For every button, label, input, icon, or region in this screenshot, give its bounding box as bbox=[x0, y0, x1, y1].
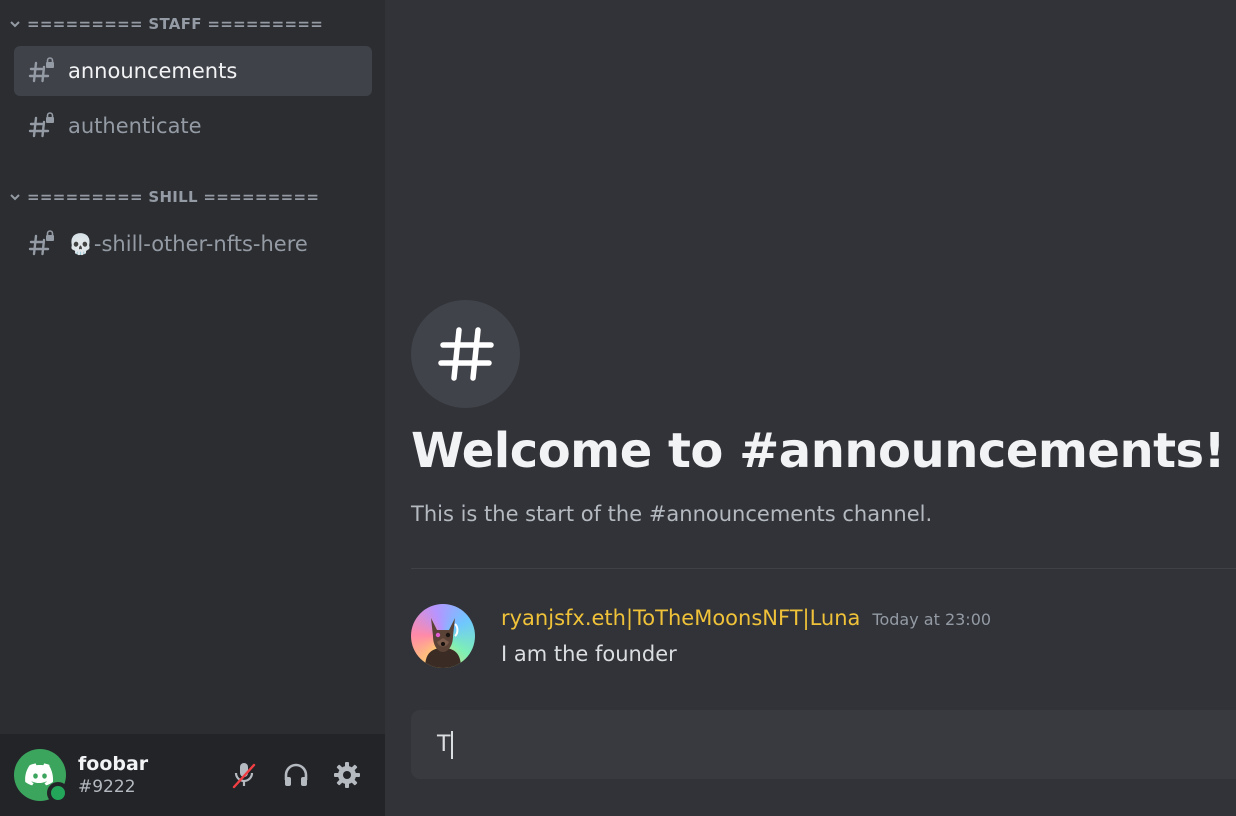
user-panel: foobar #9222 bbox=[0, 734, 385, 816]
locked-hash-icon bbox=[28, 112, 54, 138]
user-settings-button[interactable] bbox=[330, 758, 364, 792]
mute-mic-icon bbox=[232, 763, 256, 789]
category-label: ========= SHILL ========= bbox=[27, 188, 320, 206]
username: foobar bbox=[78, 753, 149, 775]
channel-name-text: -shill-other-nfts-here bbox=[93, 232, 308, 256]
channel-name: announcements bbox=[68, 59, 238, 83]
deafen-button[interactable] bbox=[279, 758, 313, 792]
channel-sidebar: ========= STAFF ========= announcements bbox=[0, 0, 385, 816]
user-identity[interactable]: foobar #9222 bbox=[78, 753, 148, 797]
message-input[interactable]: T bbox=[411, 710, 1236, 779]
chat-area: Welcome to #announcements! This is the s… bbox=[385, 0, 1236, 816]
channel-name: 💀-shill-other-nfts-here bbox=[68, 232, 308, 256]
online-status-badge bbox=[47, 782, 69, 804]
gear-icon bbox=[334, 762, 360, 788]
message-author[interactable]: ryanjsfx.eth|ToTheMoonsNFT|Luna bbox=[501, 606, 860, 630]
channel-name: authenticate bbox=[68, 114, 202, 138]
welcome-subtitle: This is the start of the #announcements … bbox=[411, 502, 933, 526]
channel-announcements[interactable]: announcements bbox=[14, 46, 372, 96]
skull-emoji: 💀 bbox=[68, 232, 93, 256]
message-item: ryanjsfx.eth|ToTheMoonsNFT|Luna Today at… bbox=[411, 604, 1231, 668]
category-label: ========= STAFF ========= bbox=[27, 15, 324, 33]
divider bbox=[411, 568, 1236, 569]
channel-hash-icon bbox=[411, 300, 520, 408]
user-avatar[interactable] bbox=[14, 749, 69, 804]
user-discriminator: #9222 bbox=[78, 777, 136, 797]
message-content: I am the founder bbox=[501, 642, 677, 666]
locked-hash-icon bbox=[28, 57, 54, 83]
message-timestamp: Today at 23:00 bbox=[872, 610, 992, 629]
message-header: ryanjsfx.eth|ToTheMoonsNFT|Luna Today at… bbox=[501, 606, 991, 630]
message-input-value: T bbox=[437, 732, 451, 757]
channel-shill-other-nfts-here[interactable]: 💀-shill-other-nfts-here bbox=[14, 219, 372, 269]
welcome-title: Welcome to #announcements! bbox=[411, 423, 1226, 479]
chevron-down-icon bbox=[10, 21, 20, 28]
category-staff[interactable]: ========= STAFF ========= bbox=[8, 13, 323, 35]
mute-mic-button[interactable] bbox=[227, 758, 261, 792]
author-avatar[interactable] bbox=[411, 604, 475, 668]
wolf-avatar-icon bbox=[425, 618, 461, 668]
chevron-down-icon bbox=[10, 194, 20, 201]
text-caret bbox=[451, 730, 454, 759]
category-shill[interactable]: ========= SHILL ========= bbox=[8, 186, 319, 208]
channel-authenticate[interactable]: authenticate bbox=[14, 101, 372, 151]
locked-hash-icon bbox=[28, 230, 54, 256]
headphones-icon bbox=[284, 763, 308, 786]
